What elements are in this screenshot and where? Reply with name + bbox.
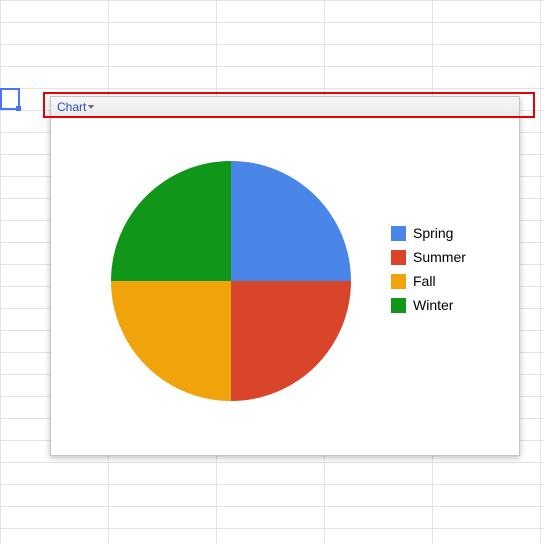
chart-object[interactable]: Chart Spring Summer Fall Winter: [50, 96, 520, 456]
legend-swatch: [391, 250, 406, 265]
legend-swatch: [391, 226, 406, 241]
legend-item: Spring: [391, 225, 466, 241]
selected-cell-indicator[interactable]: [0, 88, 20, 110]
legend-label: Winter: [413, 297, 453, 313]
chart-legend: Spring Summer Fall Winter: [391, 225, 466, 313]
chart-plot-area: Spring Summer Fall Winter: [51, 117, 519, 455]
legend-swatch: [391, 274, 406, 289]
chart-menu-label: Chart: [57, 100, 86, 114]
legend-item: Fall: [391, 273, 466, 289]
legend-swatch: [391, 298, 406, 313]
legend-label: Spring: [413, 225, 453, 241]
chart-menu-dropdown[interactable]: Chart: [57, 100, 94, 114]
legend-item: Summer: [391, 249, 466, 265]
chevron-down-icon: [88, 105, 94, 109]
chart-header-bar: Chart: [51, 97, 519, 117]
pie-chart: [111, 161, 351, 401]
legend-label: Fall: [413, 273, 436, 289]
legend-label: Summer: [413, 249, 466, 265]
legend-item: Winter: [391, 297, 466, 313]
